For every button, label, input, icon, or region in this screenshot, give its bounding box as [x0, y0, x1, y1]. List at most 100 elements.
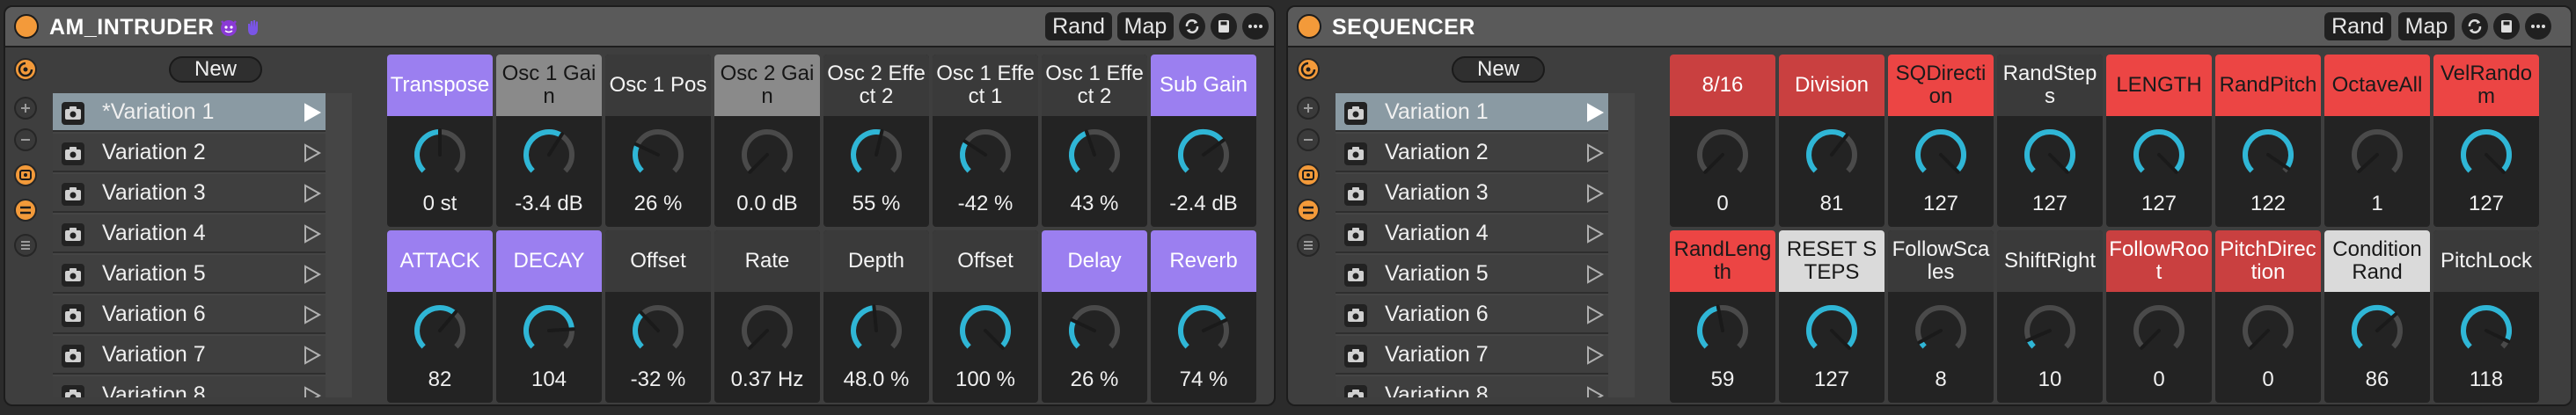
macro-knob-cell[interactable]: DECAY 104	[496, 230, 602, 403]
play-icon[interactable]	[1585, 265, 1605, 284]
camera-icon[interactable]	[1344, 264, 1367, 287]
macro-knob-cell[interactable]: Rate 0.37 Hz	[714, 230, 820, 403]
more-icon[interactable]	[1242, 13, 1269, 40]
macro-knob[interactable]	[1804, 127, 1860, 187]
macro-knob-cell[interactable]: PitchLock 118	[2433, 230, 2539, 403]
remove-icon[interactable]	[1297, 128, 1320, 151]
variation-row[interactable]: Variation 7	[1336, 336, 1608, 375]
variation-row[interactable]: Variation 6	[53, 295, 326, 334]
macro-knob[interactable]	[1913, 127, 1969, 187]
macro-knob[interactable]	[2240, 302, 2296, 363]
macro-knob[interactable]	[1175, 127, 1232, 187]
macro-knob-cell[interactable]: Sub Gain -2.4 dB	[1151, 55, 1256, 227]
macro-knob[interactable]	[1066, 127, 1123, 187]
macro-knob[interactable]	[2458, 127, 2514, 187]
variation-row[interactable]: Variation 4	[53, 215, 326, 253]
macro-knob[interactable]	[521, 302, 577, 363]
macro-knob-cell[interactable]: ShiftRight 10	[1997, 230, 2103, 403]
macro-knob[interactable]	[630, 127, 686, 187]
macro-knob[interactable]	[2131, 127, 2187, 187]
add-icon[interactable]	[1297, 97, 1320, 120]
macro-knob-cell[interactable]: RandSteps 127	[1997, 55, 2103, 227]
macro-knob-cell[interactable]: Transpose 0 st	[387, 55, 493, 227]
variation-row[interactable]: *Variation 1	[53, 93, 326, 132]
macro-knob-cell[interactable]: Osc 1 Gain -3.4 dB	[496, 55, 602, 227]
variation-row[interactable]: Variation 4	[1336, 215, 1608, 253]
play-icon[interactable]	[303, 386, 322, 397]
macro-knob[interactable]	[412, 127, 468, 187]
variation-row[interactable]: Variation 1	[1336, 93, 1608, 132]
play-icon[interactable]	[1585, 184, 1605, 203]
save-icon[interactable]	[1211, 13, 1237, 40]
macro-knob[interactable]	[2349, 127, 2405, 187]
macro-knob[interactable]	[1694, 127, 1751, 187]
new-variation-button[interactable]: New	[1452, 56, 1545, 83]
macro-knob-cell[interactable]: ConditionRand 86	[2324, 230, 2430, 403]
macro-knob[interactable]	[2022, 127, 2078, 187]
camera-icon[interactable]	[62, 183, 84, 206]
camera-icon[interactable]	[1344, 345, 1367, 368]
play-icon[interactable]	[1585, 103, 1605, 122]
refresh-icon[interactable]	[2462, 13, 2488, 40]
macro-knob[interactable]	[1066, 302, 1123, 363]
macro-knob[interactable]	[848, 302, 904, 363]
list-icon[interactable]	[1297, 234, 1320, 257]
play-icon[interactable]	[1585, 224, 1605, 244]
macro-knob[interactable]	[2458, 302, 2514, 363]
play-icon[interactable]	[303, 184, 322, 203]
macro-knob[interactable]	[957, 127, 1014, 187]
macro-knob-cell[interactable]: VelRandom 127	[2433, 55, 2539, 227]
variation-row[interactable]: Variation 7	[53, 336, 326, 375]
hot-swap-icon[interactable]	[1297, 58, 1320, 81]
camera-icon[interactable]	[1344, 142, 1367, 165]
variation-row[interactable]: Variation 2	[53, 134, 326, 172]
macro-knob-cell[interactable]: Offset -32 %	[605, 230, 711, 403]
macro-knob[interactable]	[739, 302, 795, 363]
map-button[interactable]: Map	[2398, 12, 2455, 40]
macro-knob-cell[interactable]: PitchDirection 0	[2215, 230, 2321, 403]
macro-knob-cell[interactable]: LENGTH 127	[2106, 55, 2212, 227]
macro-knob[interactable]	[2022, 302, 2078, 363]
macro-knob-cell[interactable]: 8/16 0	[1670, 55, 1775, 227]
camera-icon[interactable]	[1344, 223, 1367, 246]
macro-knob[interactable]	[1804, 302, 1860, 363]
play-icon[interactable]	[303, 224, 322, 244]
macro-knob[interactable]	[957, 302, 1014, 363]
map-button[interactable]: Map	[1117, 12, 1174, 40]
hot-swap-icon[interactable]	[14, 58, 37, 81]
camera-icon[interactable]	[62, 304, 84, 327]
macro-knob-cell[interactable]: Reverb 74 %	[1151, 230, 1256, 403]
play-icon[interactable]	[303, 103, 322, 122]
play-icon[interactable]	[303, 265, 322, 284]
macro-knob-cell[interactable]: RandLength 59	[1670, 230, 1775, 403]
variation-row[interactable]: Variation 5	[1336, 255, 1608, 294]
macro-knob[interactable]	[848, 127, 904, 187]
macro-knob[interactable]	[412, 302, 468, 363]
macro-knob-cell[interactable]: Offset 100 %	[933, 230, 1038, 403]
more-icon[interactable]	[2525, 13, 2551, 40]
camera-icon[interactable]	[1344, 304, 1367, 327]
save-icon[interactable]	[2493, 13, 2520, 40]
rand-button[interactable]: Rand	[1045, 12, 1112, 40]
macro-knob-cell[interactable]: OctaveAll 1	[2324, 55, 2430, 227]
play-icon[interactable]	[303, 305, 322, 324]
camera-icon[interactable]	[1344, 102, 1367, 125]
macro-knob-cell[interactable]: FollowRoot 0	[2106, 230, 2212, 403]
macro-knob-cell[interactable]: Osc 2 Effect 2 55 %	[823, 55, 929, 227]
macro-knob-cell[interactable]: Delay 26 %	[1042, 230, 1147, 403]
macro-knob[interactable]	[1913, 302, 1969, 363]
macro-icon[interactable]	[1297, 164, 1320, 186]
macro-knob-cell[interactable]: Osc 1 Pos 26 %	[605, 55, 711, 227]
variation-row[interactable]: Variation 8	[53, 376, 326, 397]
randomize-icon[interactable]	[1297, 199, 1320, 222]
macro-knob-cell[interactable]: Depth 48.0 %	[823, 230, 929, 403]
power-icon[interactable]	[1297, 14, 1321, 39]
camera-icon[interactable]	[62, 102, 84, 125]
camera-icon[interactable]	[62, 385, 84, 397]
camera-icon[interactable]	[1344, 385, 1367, 397]
add-icon[interactable]	[14, 97, 37, 120]
play-icon[interactable]	[303, 143, 322, 163]
list-icon[interactable]	[14, 234, 37, 257]
macro-knob-cell[interactable]: ATTACK 82	[387, 230, 493, 403]
macro-knob-cell[interactable]: Osc 2 Gain 0.0 dB	[714, 55, 820, 227]
